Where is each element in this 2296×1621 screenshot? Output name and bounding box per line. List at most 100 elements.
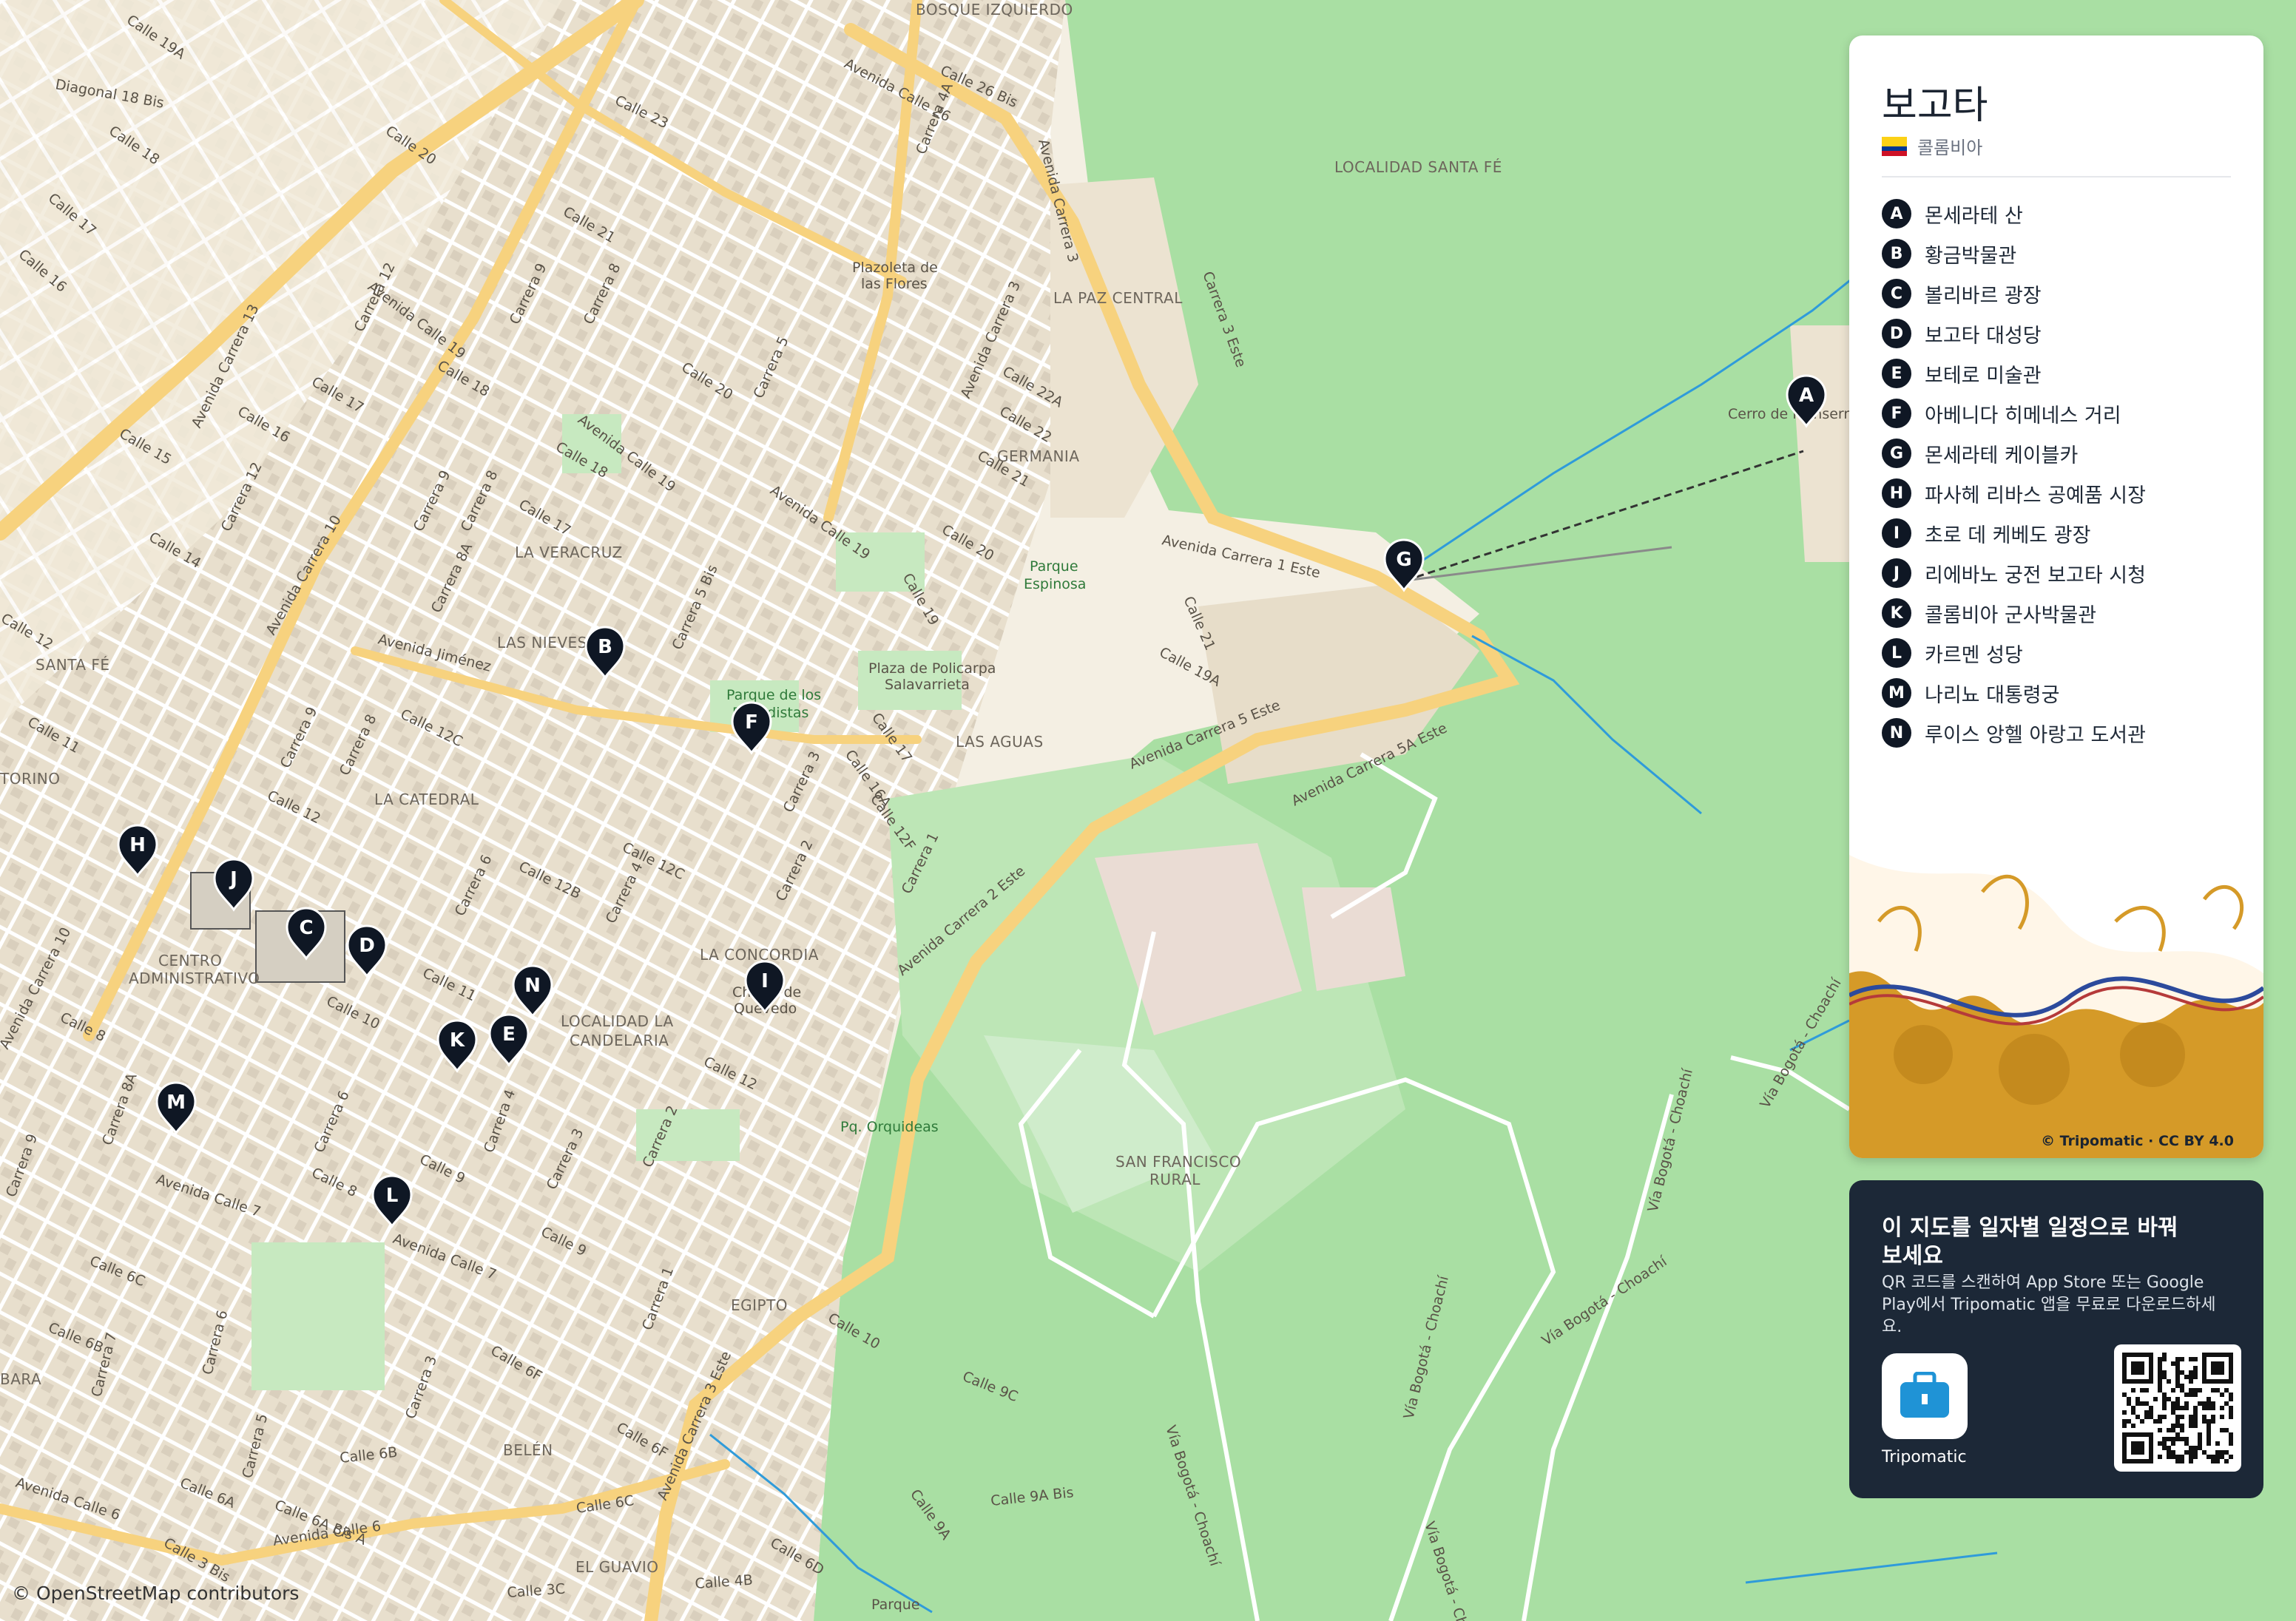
qr-code[interactable] [2114, 1344, 2241, 1472]
app-promo-card: 이 지도를 일자별 일정으로 바꿔보세요 QR 코드를 스캔하여 App Sto… [1849, 1180, 2263, 1498]
suitcase-icon [1900, 1372, 1949, 1418]
label-parque-esp-1: Parque [1030, 558, 1078, 575]
pin-label: H [129, 834, 146, 856]
pin-label: J [229, 868, 237, 890]
legend-badge: D [1882, 319, 1911, 348]
legend-name: 콜롬비아 군사박물관 [1925, 603, 2097, 627]
legend-item-n[interactable]: N 루이스 앙헬 아랑고 도서관 [1882, 713, 2146, 753]
legend-name: 파사헤 리바스 공예품 시장 [1925, 484, 2146, 507]
label-candelaria-1: LOCALIDAD LA [561, 1012, 674, 1030]
tripomatic-app-icon[interactable] [1882, 1353, 1968, 1439]
pin-label: A [1799, 385, 1814, 407]
legend-badge: H [1882, 478, 1911, 508]
park-south [251, 1242, 385, 1390]
legend-name: 리에바노 궁전 보고타 시청 [1925, 564, 2146, 587]
pin-label: B [598, 636, 612, 658]
label-orquideas: Pq. Orquideas [840, 1119, 939, 1135]
pin-label: L [386, 1185, 399, 1207]
legend-badge: G [1882, 439, 1911, 468]
legend-name: 황금박물관 [1925, 244, 2017, 268]
city-title: 보고타 [1882, 84, 1988, 128]
legend-name: 아베니다 히메네스 거리 [1925, 404, 2121, 427]
colombia-flag-icon [1882, 136, 1907, 156]
pin-label: G [1396, 549, 1411, 571]
legend-badge: N [1882, 718, 1911, 748]
legend-item-j[interactable]: J 리에바노 궁전 보고타 시청 [1882, 553, 2146, 593]
legend-name: 몬세라테 케이블카 [1925, 444, 2079, 467]
info-panel: 보고타 콜롬비아 A 몬세라테 산 B 황금박물관 C 볼리바르 광장 D 보고타 대성당 E 보… [1849, 35, 2263, 1158]
label-plazoleta-1: Plazoleta de [852, 260, 938, 276]
legend-name: 보고타 대성당 [1925, 324, 2042, 348]
pin-label: N [524, 975, 541, 997]
legend-item-f[interactable]: F 아베니다 히메네스 거리 [1882, 393, 2146, 433]
legend-item-d[interactable]: D 보고타 대성당 [1882, 314, 2146, 353]
label-egipto: EGIPTO [731, 1296, 788, 1314]
label-plazoleta-2: las Flores [861, 276, 928, 292]
legend-name: 나리뇨 대통령궁 [1925, 683, 2060, 707]
osm-attribution: © OpenStreetMap contributors [12, 1583, 300, 1604]
label-las-aguas: LAS AGUAS [956, 733, 1044, 751]
legend-badge: C [1882, 279, 1911, 308]
label-candelaria-2: CANDELARIA [570, 1032, 669, 1049]
label-san-francisco-2: RURAL [1149, 1171, 1201, 1188]
promo-text: QR 코드를 스캔하여 App Store 또는 Google Play에서 T… [1882, 1273, 2216, 1336]
label-bara: BARA [0, 1370, 41, 1388]
legend-item-a[interactable]: A 몬세라테 산 [1882, 194, 2146, 234]
legend-badge: A [1882, 199, 1911, 229]
legend-item-c[interactable]: C 볼리바르 광장 [1882, 274, 2146, 314]
label-belen: BELÉN [503, 1441, 553, 1459]
pin-label: K [450, 1029, 465, 1052]
legend-name: 보테로 미술관 [1925, 364, 2042, 388]
legend-badge: L [1882, 638, 1911, 668]
legend-item-b[interactable]: B 황금박물관 [1882, 234, 2146, 274]
pin-label: C [299, 917, 313, 939]
label-torino: TORINO [0, 770, 60, 788]
poi-legend: A 몬세라테 산 B 황금박물관 C 볼리바르 광장 D 보고타 대성당 E 보테로 미술관 F 아베… [1882, 194, 2146, 753]
label-san-francisco-1: SAN FRANCISCO [1115, 1153, 1241, 1171]
pin-label: F [745, 711, 758, 734]
label-santa-fe-loc: LOCALIDAD SANTA FÉ [1334, 158, 1502, 176]
legend-badge: K [1882, 598, 1911, 628]
legend-item-i[interactable]: I 초로 데 케베도 광장 [1882, 513, 2146, 553]
pin-label: I [761, 970, 769, 992]
legend-name: 몬세라테 산 [1925, 204, 2023, 228]
divider [1882, 176, 2231, 177]
legend-item-g[interactable]: G 몬세라테 케이블카 [1882, 433, 2146, 473]
legend-badge: F [1882, 399, 1911, 428]
legend-name: 초로 데 케베도 광장 [1925, 524, 2091, 547]
label-la-catedral: LA CATEDRAL [374, 791, 479, 808]
label-santa-fe: SANTA FÉ [36, 656, 110, 674]
floral-ornament [1849, 855, 2263, 1158]
legend-name: 루이스 앙헬 아랑고 도서관 [1925, 723, 2146, 747]
label-bosque: BOSQUE IZQUIERDO [916, 1, 1073, 18]
legend-item-e[interactable]: E 보테로 미술관 [1882, 353, 2146, 393]
legend-badge: J [1882, 558, 1911, 588]
legend-item-h[interactable]: H 파사헤 리바스 공예품 시장 [1882, 473, 2146, 513]
label-las-nieves: LAS NIEVES [497, 634, 587, 652]
label-parque-bottom: Parque [871, 1597, 920, 1613]
legend-item-k[interactable]: K 콜롬비아 군사박물관 [1882, 593, 2146, 633]
legend-name: 카르멘 성당 [1925, 643, 2023, 667]
app-name: Tripomatic [1882, 1448, 1967, 1466]
label-la-veracruz: LA VERACRUZ [515, 544, 623, 561]
legend-badge: B [1882, 239, 1911, 268]
legend-badge: M [1882, 678, 1911, 708]
label-la-paz: LA PAZ CENTRAL [1053, 289, 1183, 307]
label-parque-esp-2: Espinosa [1024, 576, 1086, 592]
pin-label: M [166, 1092, 186, 1114]
label-periodistas-1: Parque de los [726, 687, 821, 703]
legend-item-m[interactable]: M 나리뇨 대통령궁 [1882, 673, 2146, 713]
label-el-guavio: EL GUAVIO [575, 1558, 659, 1576]
country-name: 콜롬비아 [1917, 138, 1983, 158]
pin-label: D [359, 935, 375, 957]
legend-badge: I [1882, 518, 1911, 548]
legend-item-l[interactable]: L 카르멘 성당 [1882, 633, 2146, 673]
legend-name: 볼리바르 광장 [1925, 284, 2042, 308]
label-centro: CENTRO [158, 952, 222, 969]
legend-badge: E [1882, 359, 1911, 388]
tripomatic-credit: © Tripomatic · CC BY 4.0 [2041, 1133, 2234, 1149]
promo-title: 이 지도를 일자별 일정으로 바꿔보세요 [1882, 1215, 2178, 1269]
label-administrativo: ADMINISTRATIVO [129, 969, 260, 987]
country-row: 콜롬비아 [1882, 133, 1982, 159]
label-policarpa-2: Salavarrieta [885, 677, 970, 693]
